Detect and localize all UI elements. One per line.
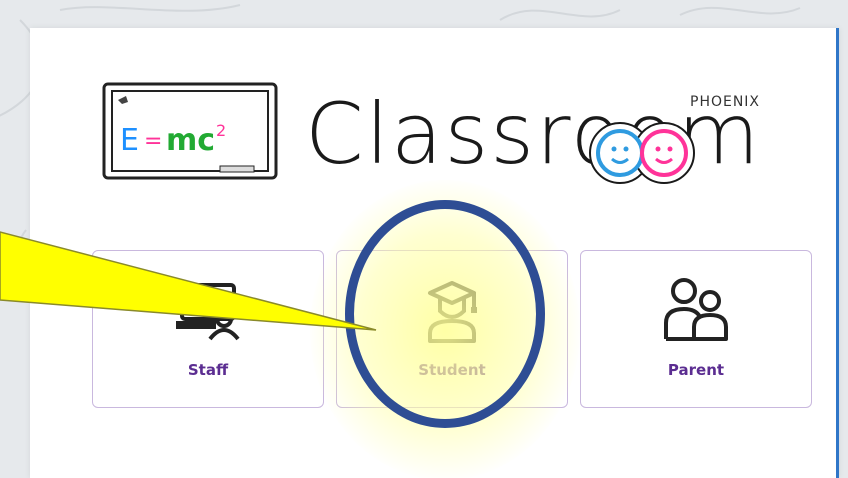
staff-label: Staff — [187, 361, 229, 379]
staff-icon — [176, 283, 240, 341]
smiley-faces-icon — [589, 122, 695, 184]
student-tile[interactable]: Student — [336, 250, 568, 408]
page: E = mc 2 PHOENIX Classroom Staff Student… — [0, 0, 848, 478]
student-icon — [428, 281, 477, 343]
svg-text:mc: mc — [166, 123, 215, 158]
parent-tile[interactable]: Parent — [580, 250, 812, 408]
formula-e: E — [120, 123, 139, 158]
svg-text:=: = — [144, 129, 162, 154]
svg-text:2: 2 — [216, 121, 226, 140]
chalkboard-logo: E = mc 2 — [102, 82, 278, 180]
staff-tile[interactable]: Staff — [92, 250, 324, 408]
parent-icon — [664, 278, 728, 341]
student-label: Student — [418, 361, 486, 379]
parent-label: Parent — [667, 361, 725, 379]
